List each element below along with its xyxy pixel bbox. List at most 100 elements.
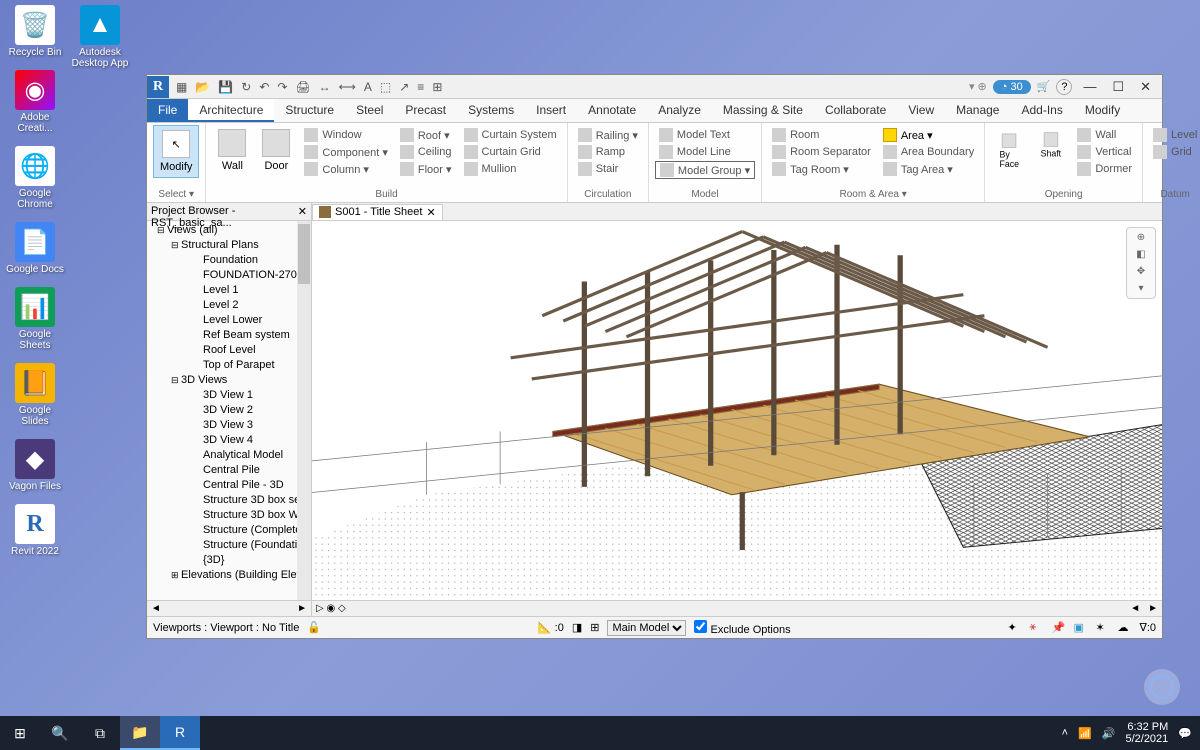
- tag-room-button[interactable]: Tag Room ▾: [768, 161, 875, 177]
- status-filter[interactable]: ∇:0: [1139, 621, 1156, 634]
- nav-cube-icon[interactable]: ◧: [1136, 249, 1145, 260]
- view-tab-close-icon[interactable]: ✕: [426, 206, 435, 219]
- group-label-room[interactable]: Room & Area ▾: [768, 187, 978, 202]
- tree-item[interactable]: Structure (Foundation: [147, 538, 311, 553]
- model-group-button[interactable]: Model Group ▾: [655, 161, 755, 179]
- cart-icon[interactable]: 🛒: [1037, 80, 1051, 93]
- qat-dimension-icon[interactable]: ⟷: [336, 80, 359, 94]
- tree-item[interactable]: 3D View 2: [147, 403, 311, 418]
- tab-modify[interactable]: Modify: [1074, 99, 1131, 122]
- qat-text-icon[interactable]: A: [361, 80, 375, 94]
- tab-annotate[interactable]: Annotate: [577, 99, 647, 122]
- vertical-button[interactable]: Vertical: [1073, 144, 1136, 160]
- minimize-button[interactable]: —: [1078, 79, 1101, 94]
- file-explorer-button[interactable]: 📁: [120, 716, 160, 750]
- maximize-button[interactable]: ☐: [1107, 79, 1129, 95]
- model-line-button[interactable]: Model Line: [655, 144, 755, 160]
- opening-wall-button[interactable]: Wall: [1073, 127, 1136, 143]
- tree-item[interactable]: Central Pile: [147, 463, 311, 478]
- status-editable-icon[interactable]: 🔓: [307, 621, 321, 634]
- model-text-button[interactable]: Model Text: [655, 127, 755, 143]
- revit-2022-icon[interactable]: RRevit 2022: [5, 504, 65, 557]
- stair-button[interactable]: Stair: [574, 161, 642, 177]
- shaft-button[interactable]: Shaft: [1035, 129, 1065, 162]
- tree-item[interactable]: Structure 3D box sect: [147, 493, 311, 508]
- tab-architecture[interactable]: Architecture: [188, 99, 274, 122]
- qat-section-icon[interactable]: ↗: [396, 80, 412, 94]
- status-reveal-icon[interactable]: ▣: [1073, 621, 1087, 635]
- grid-button[interactable]: Grid: [1149, 144, 1200, 160]
- nav-2d-icon[interactable]: ⊕: [1137, 232, 1145, 243]
- status-cloud-icon[interactable]: ☁: [1117, 621, 1131, 635]
- status-crop-icon[interactable]: ◨: [572, 621, 582, 634]
- adobe-creative-icon[interactable]: ◉Adobe Creati...: [5, 70, 65, 134]
- autodesk-desktop-icon[interactable]: ▲Autodesk Desktop App: [70, 5, 130, 69]
- tray-up-icon[interactable]: ˄: [1062, 727, 1068, 739]
- task-view-button[interactable]: ⧉: [80, 716, 120, 750]
- tab-view[interactable]: View: [897, 99, 945, 122]
- tab-systems[interactable]: Systems: [457, 99, 525, 122]
- area-boundary-button[interactable]: Area Boundary: [879, 144, 978, 160]
- tab-massing[interactable]: Massing & Site: [712, 99, 814, 122]
- window-button[interactable]: Window: [300, 127, 391, 143]
- status-active-icon[interactable]: ✶: [1095, 621, 1109, 635]
- qat-undo-icon[interactable]: ↶: [256, 80, 272, 94]
- curtain-system-button[interactable]: Curtain System: [460, 127, 561, 143]
- qat-open-icon[interactable]: 📂: [192, 80, 213, 94]
- browser-scroll-right[interactable]: ►: [293, 603, 311, 614]
- tree-item[interactable]: Structure (Complete): [147, 523, 311, 538]
- ceiling-button[interactable]: Ceiling: [396, 144, 456, 160]
- tray-network-icon[interactable]: 📶: [1078, 727, 1092, 740]
- roof-button[interactable]: Roof ▾: [396, 127, 456, 143]
- column-button[interactable]: Column ▾: [300, 161, 391, 177]
- tree-item[interactable]: Level 1: [147, 283, 311, 298]
- nav-expand-icon[interactable]: ▾: [1138, 283, 1143, 294]
- qat-3d-icon[interactable]: ⬚: [377, 80, 394, 94]
- qat-redo-icon[interactable]: ↷: [274, 80, 290, 94]
- modify-button[interactable]: ↖Modify: [153, 125, 199, 178]
- tree-item[interactable]: Level Lower: [147, 313, 311, 328]
- search-button[interactable]: 🔍: [40, 716, 80, 750]
- status-worksets-icon[interactable]: ⊞: [590, 621, 599, 634]
- curtain-grid-button[interactable]: Curtain Grid: [460, 144, 561, 160]
- tab-precast[interactable]: Precast: [394, 99, 457, 122]
- status-link-icon[interactable]: ⚹: [1029, 621, 1043, 635]
- tree-views[interactable]: Views (all): [147, 223, 311, 238]
- help-icon[interactable]: ?: [1056, 79, 1072, 95]
- recycle-bin-icon[interactable]: 🗑️Recycle Bin: [5, 5, 65, 58]
- tree-item[interactable]: 3D View 3: [147, 418, 311, 433]
- main-model-select[interactable]: Main Model: [607, 620, 686, 636]
- status-select-icon[interactable]: ✦: [1007, 621, 1021, 635]
- tree-item[interactable]: 3D View 4: [147, 433, 311, 448]
- ramp-button[interactable]: Ramp: [574, 144, 642, 160]
- browser-close-icon[interactable]: ✕: [298, 205, 307, 218]
- vagon-files-icon[interactable]: ◆Vagon Files: [5, 439, 65, 492]
- floor-button[interactable]: Floor ▾: [396, 161, 456, 177]
- canvas-scroll-right[interactable]: ►: [1144, 603, 1162, 614]
- qat-close-icon[interactable]: ⊞: [429, 80, 445, 94]
- tab-collaborate[interactable]: Collaborate: [814, 99, 897, 122]
- taskbar-clock[interactable]: 6:32 PM5/2/2021: [1125, 721, 1168, 745]
- tree-item[interactable]: Structure 3D box Wa: [147, 508, 311, 523]
- 3d-canvas[interactable]: ⊕ ◧ ✥ ▾: [312, 221, 1162, 600]
- view-control-icon[interactable]: ▷ ◉ ◇: [312, 603, 350, 614]
- status-pinned-icon[interactable]: 📌: [1051, 621, 1065, 635]
- tree-structural-plans[interactable]: Structural Plans: [147, 238, 311, 253]
- wall-button[interactable]: Wall: [212, 125, 252, 176]
- browser-scroll-left[interactable]: ◄: [147, 603, 165, 614]
- qat-measure-icon[interactable]: ↔: [316, 80, 334, 94]
- tree-item[interactable]: Analytical Model: [147, 448, 311, 463]
- dormer-button[interactable]: Dormer: [1073, 161, 1136, 177]
- trial-badge[interactable]: ◔ 30: [993, 80, 1031, 94]
- exclude-options-checkbox[interactable]: Exclude Options: [694, 620, 790, 636]
- browser-scrollbar[interactable]: [297, 221, 311, 600]
- tree-elevations[interactable]: Elevations (Building Eleva: [147, 568, 311, 583]
- qat-thin-icon[interactable]: ≡: [414, 80, 427, 94]
- mullion-button[interactable]: Mullion: [460, 161, 561, 177]
- room-separator-button[interactable]: Room Separator: [768, 144, 875, 160]
- group-label-select[interactable]: Select ▾: [153, 187, 199, 202]
- tab-manage[interactable]: Manage: [945, 99, 1010, 122]
- google-slides-icon[interactable]: 📙Google Slides: [5, 363, 65, 427]
- tree-item[interactable]: Level 2: [147, 298, 311, 313]
- canvas-scroll-left[interactable]: ◄: [1126, 603, 1144, 614]
